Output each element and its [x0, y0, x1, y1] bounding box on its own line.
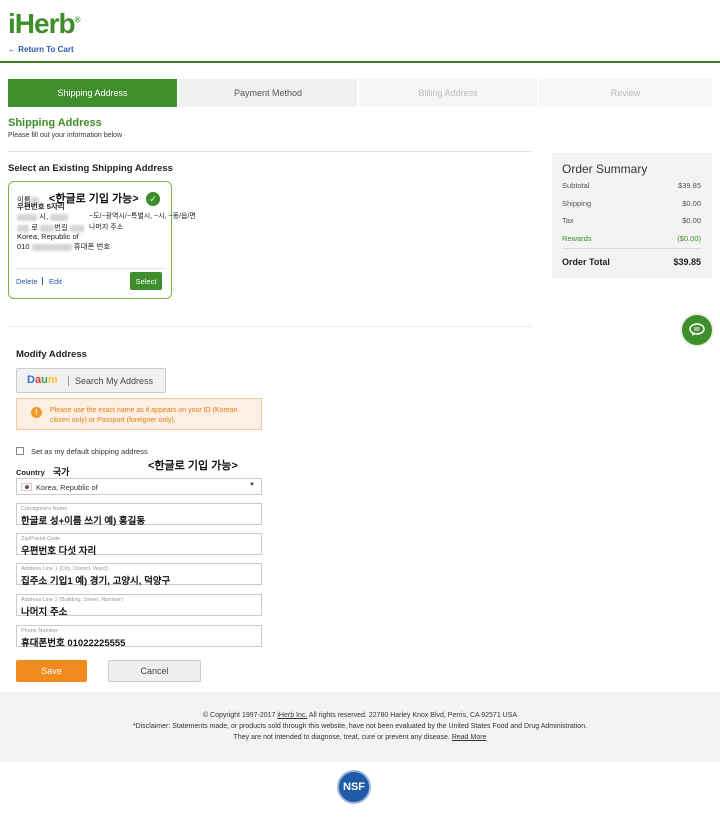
summary-label: Tax: [562, 216, 574, 225]
read-more-link[interactable]: Read More: [452, 734, 487, 741]
daum-separator: [68, 376, 69, 386]
copyright-line: © Copyright 1997-2017 iHerb Inc. All rig…: [202, 712, 518, 719]
card-phone-line: 010 휴대폰 번호: [17, 242, 111, 251]
default-address-label: Set as my default shipping address: [31, 447, 148, 456]
divider: [8, 151, 532, 152]
selected-check-icon: ✓: [146, 192, 160, 206]
step-payment-method[interactable]: Payment Method: [179, 79, 357, 107]
step-shipping-address[interactable]: Shipping Address: [8, 79, 177, 107]
return-to-cart-link[interactable]: ← Return To Cart: [8, 45, 74, 54]
cancel-button[interactable]: Cancel: [108, 660, 201, 682]
daum-logo: Daum: [27, 374, 58, 386]
existing-address-heading: Select an Existing Shipping Address: [8, 163, 173, 174]
summary-label: Rewards: [562, 234, 592, 243]
header-divider: [0, 61, 720, 63]
card-city-line: 시,: [17, 211, 69, 222]
country-korean-note: 국가: [52, 467, 70, 477]
address-line1-field[interactable]: Address Line 1 (City, District, Ward) 집주소…: [16, 563, 262, 587]
delete-address-link[interactable]: Delete: [16, 277, 38, 286]
disclaimer-line-2: They are not intended to diagnose, treat…: [233, 734, 487, 741]
country-select[interactable]: Korea, Republic of ▼: [16, 478, 262, 495]
modify-address-heading: Modify Address: [16, 349, 87, 360]
page-title: Shipping Address: [8, 117, 102, 129]
disclaimer-line: *Disclaimer: Statements made, or product…: [132, 723, 588, 730]
korean-input-note: <한글로 기입 가능>: [148, 460, 238, 472]
chat-icon[interactable]: [680, 313, 714, 347]
default-address-checkbox[interactable]: [16, 447, 24, 455]
nsf-badge-icon[interactable]: NSF: [337, 770, 371, 804]
select-address-button[interactable]: Select: [130, 272, 162, 290]
summary-label: Shipping: [562, 199, 592, 208]
summary-label: Subtotal: [562, 181, 590, 190]
save-button[interactable]: Save: [16, 660, 87, 682]
korea-flag-icon: [21, 483, 32, 491]
card-phone-note: 휴대폰 번호: [73, 242, 111, 251]
iherb-logo[interactable]: iHerb®: [8, 8, 80, 40]
search-address-label: Search My Address: [75, 376, 154, 386]
chevron-down-icon: ▼: [249, 482, 255, 488]
summary-value: $0.00: [682, 199, 701, 208]
card-region-note: ~도/~광역시/~특별시, ~시, ~동/읍/면: [89, 213, 196, 220]
search-address-button[interactable]: Daum Search My Address: [16, 368, 166, 393]
address-line2-field[interactable]: Address Line 2 (Building, Street, Number…: [16, 594, 262, 618]
summary-value: $39.85: [678, 181, 701, 190]
summary-divider: [562, 248, 702, 249]
page-subtitle: Please fill out your information below: [8, 132, 123, 139]
edit-address-link[interactable]: Edit: [49, 277, 62, 286]
divider: [8, 326, 532, 327]
zip-code-field[interactable]: Zip/Postal Code 우편번호 다섯 자리: [16, 533, 262, 557]
order-summary-title: Order Summary: [562, 162, 648, 176]
country-selected-value: Korea, Republic of: [36, 483, 98, 492]
link-separator: [42, 277, 43, 285]
phone-number-field[interactable]: Phone Number 휴대폰번호 01022225555: [16, 625, 262, 649]
card-rest-note: 나머지 주소: [89, 224, 124, 231]
card-country: Korea, Republic of: [17, 232, 79, 241]
footer: © Copyright 1997-2017 iHerb Inc. All rig…: [0, 692, 720, 762]
step-review: Review: [539, 79, 712, 107]
id-warning-box: ! Please use the exact name as it appear…: [16, 398, 262, 430]
country-label: Country 국가: [16, 467, 70, 477]
iherb-company-link[interactable]: iHerb Inc.: [277, 712, 307, 719]
summary-value: $0.00: [682, 216, 701, 225]
order-total-value: $39.85: [673, 257, 701, 267]
consignee-name-field[interactable]: Consignee's Name 한글로 성+이름 쓰기 예) 홍길동: [16, 503, 262, 527]
order-total-label: Order Total: [562, 257, 610, 267]
info-icon: !: [31, 407, 42, 418]
order-summary-panel: Order Summary Subtotal $39.85 Shipping $…: [552, 153, 712, 278]
warning-text: Please use the exact name as it appears …: [50, 407, 238, 424]
card-divider: [16, 268, 164, 269]
step-billing-address: Billing Address: [359, 79, 537, 107]
summary-value: ($0.00): [677, 234, 701, 243]
